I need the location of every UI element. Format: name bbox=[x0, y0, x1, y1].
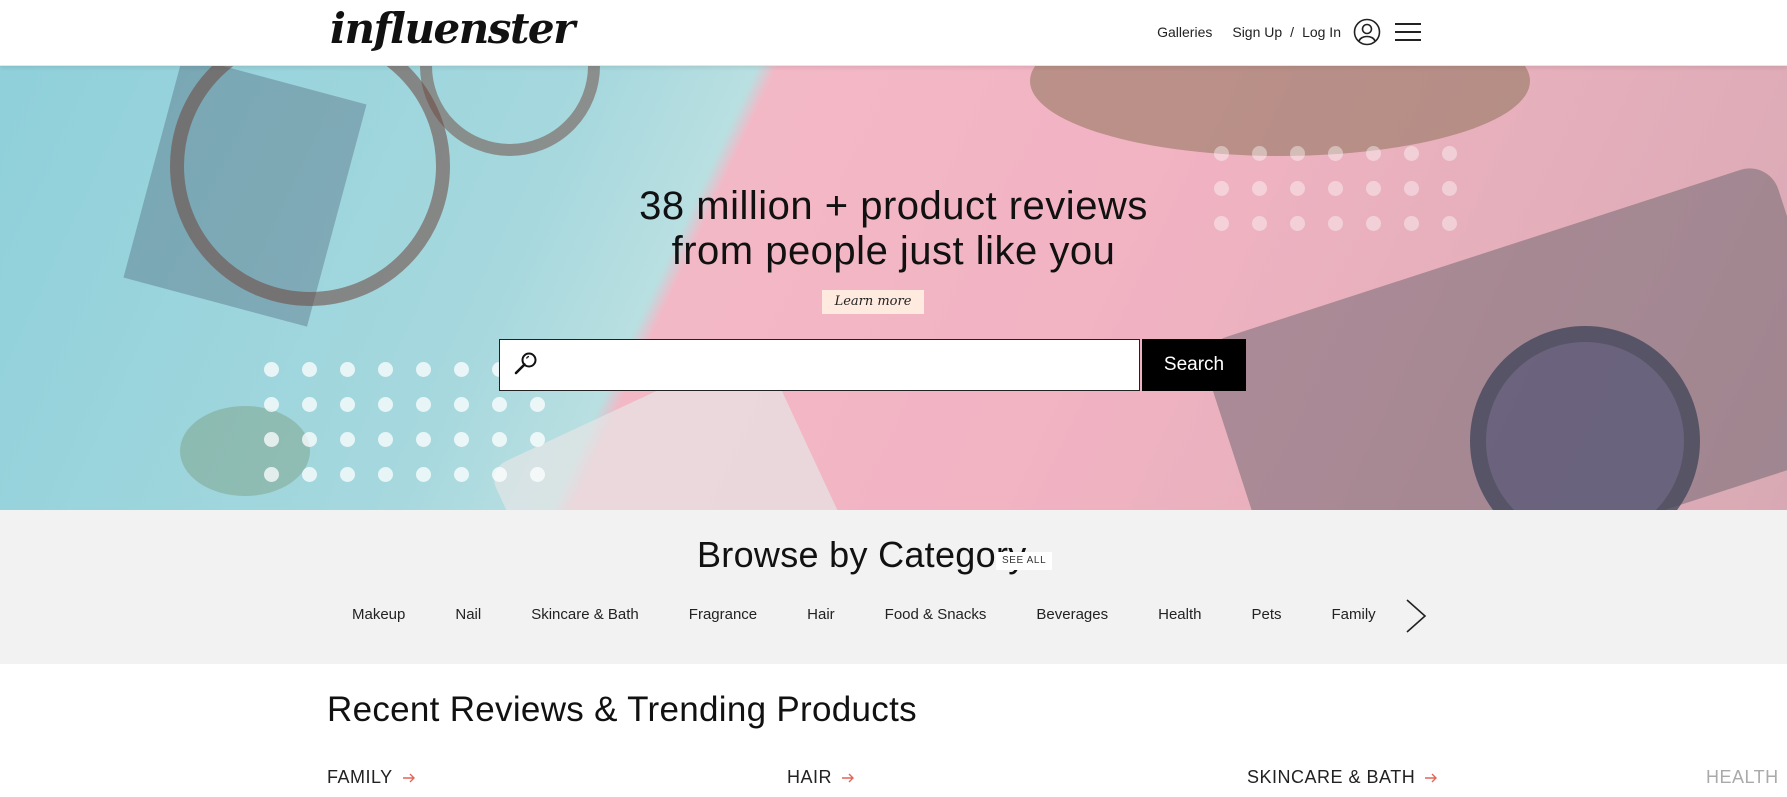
column-health[interactable]: HEALTH bbox=[1706, 767, 1779, 788]
category-food-snacks[interactable]: Food & Snacks bbox=[885, 606, 987, 623]
arrow-right-icon bbox=[842, 773, 855, 782]
nav-login-link[interactable]: Log In bbox=[1302, 24, 1341, 40]
category-health[interactable]: Health bbox=[1158, 606, 1201, 623]
browse-title: Browse by Category bbox=[697, 534, 1027, 575]
hamburger-menu-icon[interactable] bbox=[1395, 21, 1421, 43]
search-box bbox=[499, 339, 1140, 391]
user-icon[interactable] bbox=[1353, 18, 1381, 46]
nav-separator: / bbox=[1290, 24, 1295, 40]
hero-headline-line: from people just like you bbox=[671, 229, 1116, 273]
column-skincare-bath[interactable]: SKINCARE & BATH bbox=[1247, 767, 1439, 788]
nav-galleries-link[interactable]: Galleries bbox=[1157, 24, 1212, 40]
category-nail[interactable]: Nail bbox=[455, 606, 481, 623]
search-input[interactable] bbox=[550, 348, 1125, 382]
column-hair[interactable]: HAIR bbox=[787, 767, 856, 788]
column-title: FAMILY bbox=[327, 767, 393, 787]
browse-by-category: Browse by Category SEE ALL Makeup Nail S… bbox=[0, 510, 1787, 664]
category-fragrance[interactable]: Fragrance bbox=[689, 606, 757, 623]
column-title: HAIR bbox=[787, 767, 833, 787]
nav-signup-link[interactable]: Sign Up bbox=[1232, 24, 1282, 40]
see-all-link[interactable]: SEE ALL bbox=[996, 552, 1053, 570]
category-beverages[interactable]: Beverages bbox=[1036, 606, 1108, 623]
arrow-right-icon bbox=[1425, 773, 1438, 782]
column-family[interactable]: FAMILY bbox=[327, 767, 417, 788]
top-nav: Galleries Sign Up / Log In bbox=[1157, 18, 1421, 46]
category-pets[interactable]: Pets bbox=[1251, 606, 1281, 623]
search-icon bbox=[514, 352, 537, 375]
category-list: Makeup Nail Skincare & Bath Fragrance Ha… bbox=[352, 606, 1376, 623]
recent-reviews-title: Recent Reviews & Trending Products bbox=[327, 690, 917, 729]
learn-more-button[interactable]: Learn more bbox=[822, 290, 924, 314]
category-hair[interactable]: Hair bbox=[807, 606, 835, 623]
category-family[interactable]: Family bbox=[1331, 606, 1375, 623]
chevron-right-icon[interactable] bbox=[1404, 598, 1428, 634]
hero-headline: 38 million + product reviews from people… bbox=[0, 184, 1787, 274]
category-skincare-bath[interactable]: Skincare & Bath bbox=[531, 606, 639, 623]
column-title: SKINCARE & BATH bbox=[1247, 767, 1416, 787]
hero-decor-hat bbox=[1030, 66, 1530, 156]
site-logo[interactable]: influenster bbox=[330, 4, 575, 53]
hero-headline-line: 38 million + product reviews bbox=[639, 184, 1148, 228]
arrow-right-icon bbox=[402, 773, 415, 782]
site-header: influenster Galleries Sign Up / Log In bbox=[0, 0, 1787, 66]
category-makeup[interactable]: Makeup bbox=[352, 606, 405, 623]
hero-banner: 38 million + product reviews from people… bbox=[0, 66, 1787, 510]
search-button[interactable]: Search bbox=[1142, 339, 1246, 391]
